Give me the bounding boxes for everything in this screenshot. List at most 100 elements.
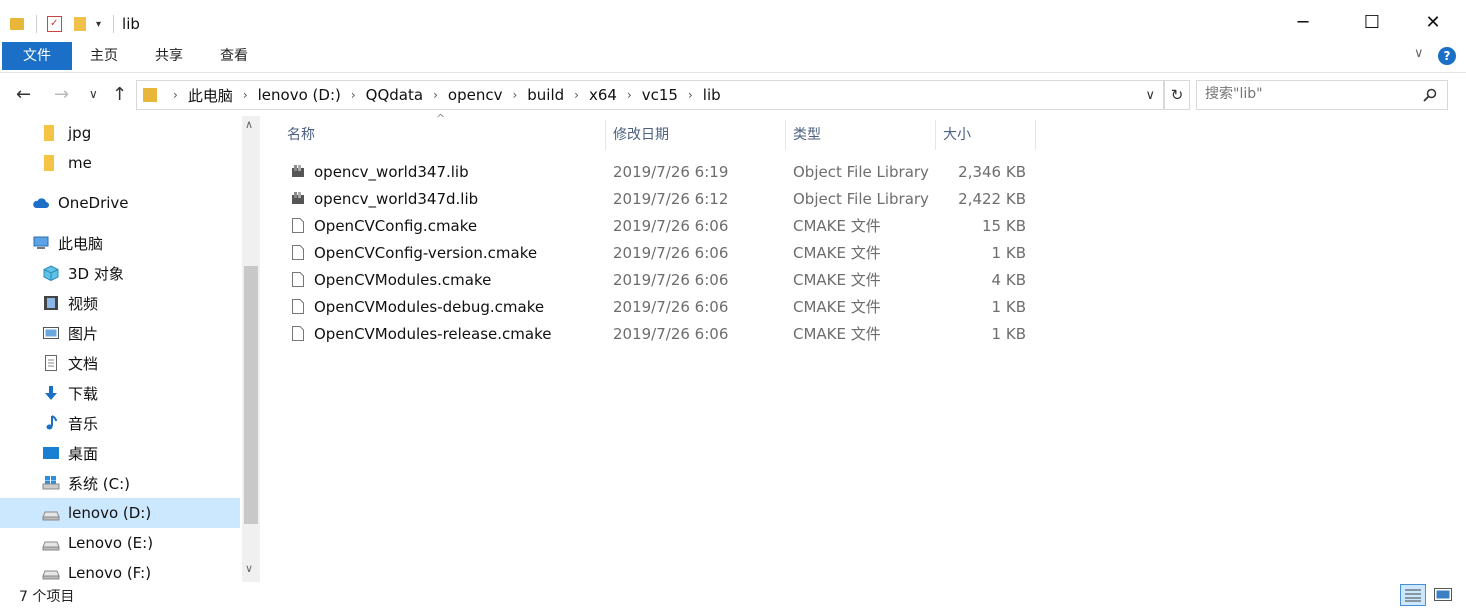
item-count: 7 个项目 xyxy=(19,589,75,605)
sidebar-item-onedrive[interactable]: OneDrive xyxy=(0,188,240,218)
column-divider[interactable] xyxy=(935,120,936,150)
file-row[interactable]: OpenCVModules-release.cmake 2019/7/26 6:… xyxy=(288,321,1048,348)
file-date: 2019/7/26 6:19 xyxy=(613,163,729,181)
breadcrumb-opencv[interactable]: opencv xyxy=(446,86,505,104)
sidebar-item-documents[interactable]: 文档 xyxy=(0,348,240,378)
breadcrumb-separator[interactable]: › xyxy=(235,88,256,102)
sidebar-item-downloads[interactable]: 下载 xyxy=(0,378,240,408)
search-box[interactable] xyxy=(1196,80,1448,110)
file-name[interactable]: opencv_world347d.lib xyxy=(314,186,478,213)
address-dropdown-icon[interactable]: ∨ xyxy=(1145,88,1163,103)
ribbon-expand-icon[interactable]: ∨ xyxy=(1414,46,1424,61)
sidebar-item-jpg[interactable]: jpg xyxy=(0,118,240,148)
file-name[interactable]: opencv_world347.lib xyxy=(314,159,469,186)
sidebar-item-lenovo-e[interactable]: Lenovo (E:) xyxy=(0,528,240,558)
file-name[interactable]: OpenCVModules-debug.cmake xyxy=(314,294,544,321)
document-icon xyxy=(45,355,57,371)
maximize-icon: ☐ xyxy=(1363,11,1381,33)
file-date: 2019/7/26 6:12 xyxy=(613,190,729,208)
folder-icon xyxy=(10,18,24,30)
up-button[interactable]: ↑ xyxy=(112,84,127,105)
file-row[interactable]: opencv_world347d.lib 2019/7/26 6:12 Obje… xyxy=(288,186,1048,213)
forward-button[interactable]: → xyxy=(54,84,69,105)
file-type: CMAKE 文件 xyxy=(793,244,881,262)
refresh-button[interactable]: ↻ xyxy=(1164,80,1190,110)
breadcrumb-this-pc[interactable]: 此电脑 xyxy=(186,85,235,106)
column-header-date[interactable]: 修改日期 xyxy=(613,120,785,150)
breadcrumb-separator[interactable]: › xyxy=(680,88,701,102)
drive-icon xyxy=(42,570,60,580)
breadcrumb-vc15[interactable]: vc15 xyxy=(640,86,680,104)
column-divider[interactable] xyxy=(785,120,786,150)
sidebar-item-lenovo-f[interactable]: Lenovo (F:) xyxy=(0,558,198,582)
file-row[interactable]: OpenCVConfig-version.cmake 2019/7/26 6:0… xyxy=(288,240,1048,267)
new-folder-icon[interactable] xyxy=(74,17,86,31)
breadcrumb-qqdata[interactable]: QQdata xyxy=(364,86,425,104)
breadcrumb-separator[interactable]: › xyxy=(343,88,364,102)
drive-icon xyxy=(42,511,60,521)
file-name[interactable]: OpenCVConfig-version.cmake xyxy=(314,240,537,267)
column-divider[interactable] xyxy=(1035,120,1036,150)
column-header-size[interactable]: 大小 xyxy=(943,120,1035,150)
sidebar-item-lenovo-d[interactable]: lenovo (D:) xyxy=(0,498,240,528)
recent-locations-button[interactable]: ∨ xyxy=(89,87,98,101)
scroll-down-icon[interactable]: ∨ xyxy=(245,562,253,575)
minimize-button[interactable]: ─ xyxy=(1280,0,1326,44)
sidebar-item-label: me xyxy=(68,154,92,172)
file-row[interactable]: opencv_world347.lib 2019/7/26 6:19 Objec… xyxy=(288,159,1048,186)
maximize-button[interactable]: ☐ xyxy=(1349,0,1395,44)
breadcrumb-separator[interactable]: › xyxy=(619,88,640,102)
sidebar-item-system-c[interactable]: 系统 (C:) xyxy=(0,468,240,498)
tab-file[interactable]: 文件 xyxy=(2,42,72,70)
sidebar-item-music[interactable]: 音乐 xyxy=(0,408,240,438)
sidebar-item-label: 系统 (C:) xyxy=(68,474,130,493)
breadcrumb-separator[interactable]: › xyxy=(425,88,446,102)
search-input[interactable] xyxy=(1197,81,1423,107)
breadcrumb-x64[interactable]: x64 xyxy=(587,86,619,104)
breadcrumb-separator[interactable]: › xyxy=(165,88,186,102)
sidebar-item-label: 此电脑 xyxy=(58,234,104,253)
tab-share[interactable]: 共享 xyxy=(145,42,193,70)
file-name[interactable]: OpenCVModules-release.cmake xyxy=(314,321,551,348)
file-row[interactable]: OpenCVModules-debug.cmake 2019/7/26 6:06… xyxy=(288,294,1048,321)
search-icon[interactable] xyxy=(1423,88,1437,102)
close-icon: ✕ xyxy=(1425,11,1441,33)
breadcrumb-separator[interactable]: › xyxy=(504,88,525,102)
address-bar[interactable]: › 此电脑 › lenovo (D:) › QQdata › opencv › … xyxy=(136,80,1164,110)
sidebar-item-3d-objects[interactable]: 3D 对象 xyxy=(0,258,240,288)
sidebar-item-desktop[interactable]: 桌面 xyxy=(0,438,240,468)
file-name[interactable]: OpenCVConfig.cmake xyxy=(314,213,477,240)
file-type: CMAKE 文件 xyxy=(793,298,881,316)
sidebar-item-me[interactable]: me xyxy=(0,148,240,178)
back-button[interactable]: ← xyxy=(16,84,31,105)
scroll-up-icon[interactable]: ∧ xyxy=(245,118,253,131)
column-header-type[interactable]: 类型 xyxy=(793,120,935,150)
sidebar-item-pictures[interactable]: 图片 xyxy=(0,318,240,348)
column-divider[interactable] xyxy=(605,120,606,150)
sidebar-scroll-thumb[interactable] xyxy=(244,266,258,524)
cube-icon xyxy=(43,265,59,281)
file-type: Object File Library xyxy=(793,163,929,181)
sidebar-item-label: 图片 xyxy=(68,324,99,343)
details-view-button[interactable] xyxy=(1400,584,1426,606)
close-button[interactable]: ✕ xyxy=(1410,0,1456,44)
folder-icon xyxy=(44,125,54,141)
large-icons-view-button[interactable] xyxy=(1430,584,1456,606)
sidebar-item-videos[interactable]: 视频 xyxy=(0,288,240,318)
help-icon[interactable]: ? xyxy=(1438,47,1456,65)
blank-file-icon xyxy=(292,272,304,287)
breadcrumb-lenovo-d[interactable]: lenovo (D:) xyxy=(256,86,343,104)
file-row[interactable]: OpenCVModules.cmake 2019/7/26 6:06 CMAKE… xyxy=(288,267,1048,294)
properties-icon[interactable]: ✓ xyxy=(47,16,62,32)
tab-home[interactable]: 主页 xyxy=(80,42,128,70)
breadcrumb-separator[interactable]: › xyxy=(566,88,587,102)
tab-view[interactable]: 查看 xyxy=(210,42,258,70)
sidebar-item-this-pc[interactable]: 此电脑 xyxy=(0,228,240,258)
column-header-name[interactable]: 名称 xyxy=(287,120,605,150)
breadcrumb-build[interactable]: build xyxy=(525,86,566,104)
file-row[interactable]: OpenCVConfig.cmake 2019/7/26 6:06 CMAKE … xyxy=(288,213,1048,240)
customize-toolbar-icon[interactable]: ▾ xyxy=(96,19,101,30)
sidebar-item-label: 3D 对象 xyxy=(68,264,124,283)
file-name[interactable]: OpenCVModules.cmake xyxy=(314,267,491,294)
breadcrumb-lib[interactable]: lib xyxy=(701,86,723,104)
